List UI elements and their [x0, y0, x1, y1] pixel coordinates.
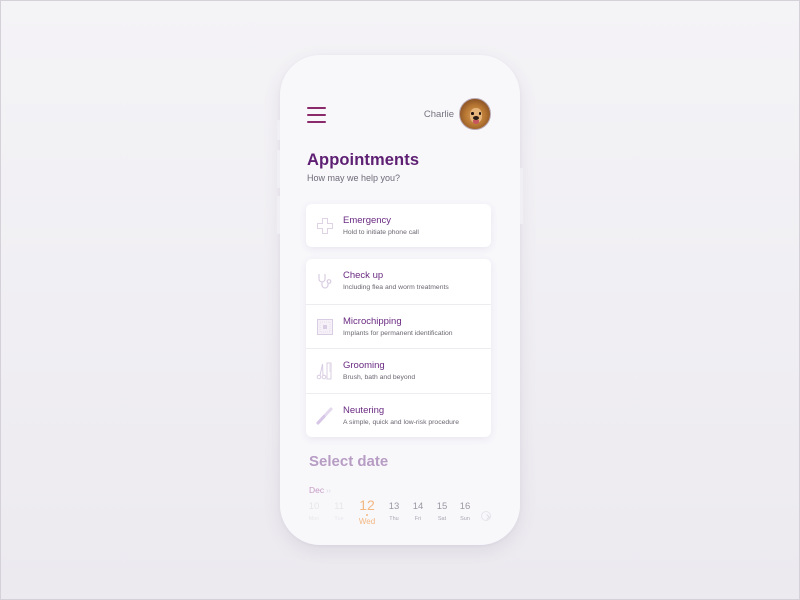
select-date-heading: Select date	[309, 453, 389, 470]
stethoscope-icon	[318, 274, 332, 289]
day-item[interactable]: 16 Sun	[453, 500, 477, 522]
page-title: Appointments	[307, 151, 420, 169]
service-title: Neutering	[343, 404, 385, 416]
menu-line	[307, 121, 326, 123]
services-card: Check up Including flea and worm treatme…	[306, 259, 491, 437]
day-number: 16	[459, 501, 471, 512]
menu-line	[307, 107, 326, 109]
service-subtitle: A simple, quick and low-risk procedure	[343, 418, 459, 426]
day-number: 11	[334, 501, 344, 512]
day-number: 12	[359, 497, 375, 513]
month-next-arrow-icon[interactable]: ››	[326, 488, 331, 495]
menu-line	[307, 114, 326, 116]
phone-screen: Charlie Appointments How may we help you…	[280, 55, 520, 545]
phone-side-button	[520, 168, 523, 224]
hamburger-menu-button[interactable]	[307, 107, 327, 123]
day-of-week: Sun	[460, 516, 470, 522]
emergency-row[interactable]: Emergency Hold to initiate phone call	[306, 204, 491, 249]
day-of-week: Mon	[308, 516, 320, 522]
service-title: Grooming	[343, 360, 385, 371]
next-week-button[interactable]	[481, 511, 491, 521]
service-title: Check up	[343, 270, 384, 281]
day-of-week: Thu	[389, 516, 399, 522]
day-item[interactable]: 15 Sat	[430, 500, 454, 522]
day-item[interactable]: 11 Tue	[327, 500, 351, 522]
dog-mouth	[473, 120, 479, 124]
service-subtitle: Including flea and worm treatments	[343, 284, 449, 291]
day-item-selected[interactable]: 12 Wed	[355, 497, 379, 526]
service-subtitle: Brush, bath and beyond	[343, 374, 416, 381]
day-number: 10	[308, 501, 320, 512]
plus-cross-icon	[317, 218, 333, 234]
phone-side-button	[277, 150, 280, 188]
day-of-week: Tue	[334, 516, 344, 522]
phone-side-button	[277, 196, 280, 234]
service-subtitle: Implants for permanent identification	[343, 329, 453, 337]
service-item-grooming[interactable]: Grooming Brush, bath and beyond	[306, 348, 491, 393]
user-profile[interactable]: Charlie	[424, 98, 491, 130]
emergency-card[interactable]: Emergency Hold to initiate phone call	[306, 204, 491, 247]
day-number: 14	[412, 501, 424, 512]
month-selector[interactable]: Dec ››	[309, 485, 331, 495]
day-number: 15	[436, 501, 448, 512]
emergency-title: Emergency	[343, 215, 392, 226]
service-item-neutering[interactable]: Neutering A simple, quick and low-risk p…	[306, 392, 491, 438]
day-of-week: Wed	[358, 517, 376, 526]
day-number: 13	[388, 501, 400, 512]
day-item[interactable]: 14 Fri	[406, 500, 430, 522]
scissors-comb-icon	[316, 362, 332, 380]
avatar[interactable]	[459, 98, 491, 130]
day-of-week: Sat	[437, 516, 447, 522]
day-of-week: Fri	[414, 516, 422, 522]
emergency-subtitle: Hold to initiate phone call	[343, 229, 419, 236]
service-item-microchipping[interactable]: Microchipping Implants for permanent ide…	[306, 303, 491, 349]
service-item-checkup[interactable]: Check up Including flea and worm treatme…	[306, 259, 491, 304]
user-name: Charlie	[423, 108, 454, 120]
scalpel-icon	[316, 407, 333, 424]
selected-dot	[366, 514, 368, 516]
day-item[interactable]: 10 Mon	[302, 500, 326, 522]
day-strip: 10 Mon 11 Tue 12 Wed 13 Thu 14 Fri 15 Sa…	[302, 497, 502, 532]
phone-side-button	[277, 120, 280, 140]
microchip-icon	[317, 318, 333, 335]
service-title: Microchipping	[343, 315, 402, 327]
page-subtitle: How may we help you?	[307, 173, 401, 183]
day-item[interactable]: 13 Thu	[382, 500, 406, 522]
dog-eye	[478, 112, 481, 115]
month-label: Dec	[309, 485, 325, 495]
dog-eye	[471, 112, 474, 115]
